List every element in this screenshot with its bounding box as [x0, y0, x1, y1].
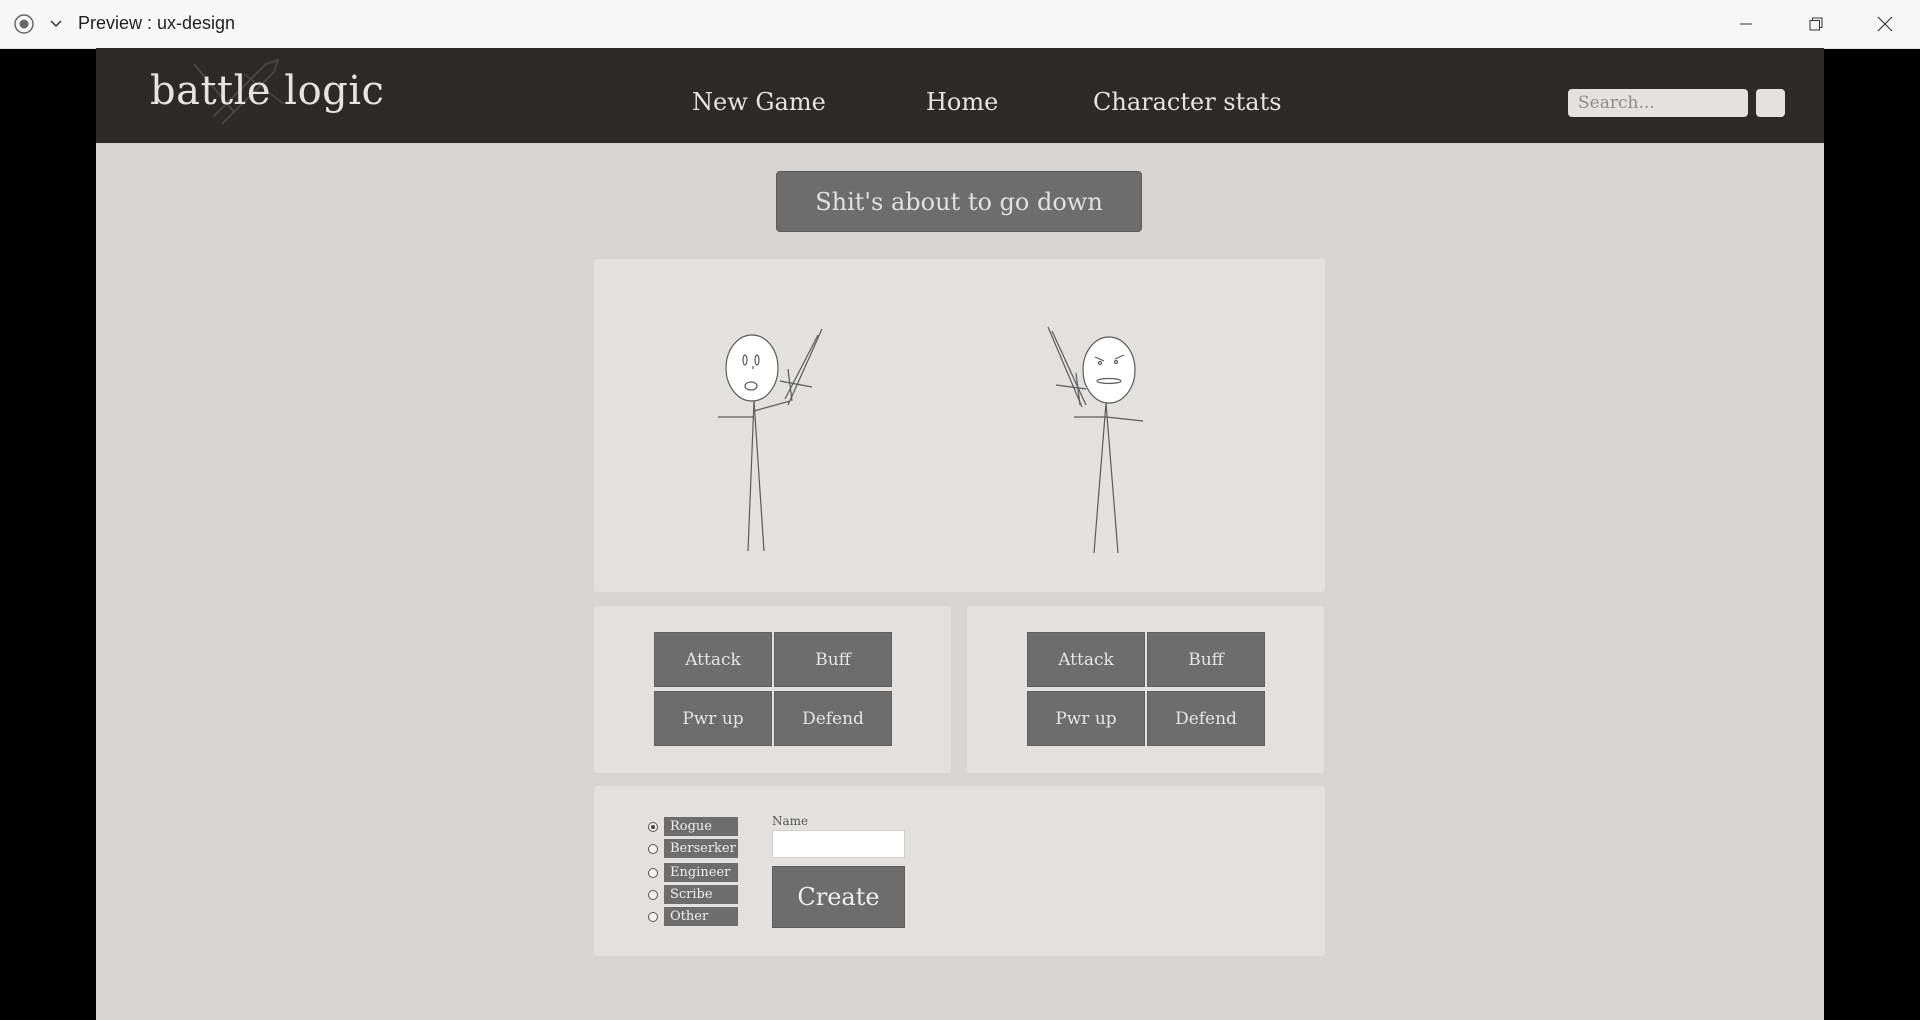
minimize-button[interactable]	[1712, 0, 1780, 48]
create-button[interactable]: Create	[772, 866, 905, 928]
class-label-other: Other	[664, 907, 738, 926]
player2-action-panel: Attack Buff Pwr up Defend	[967, 606, 1324, 773]
class-label-berserker: Berserker	[664, 839, 738, 858]
nav-character-stats[interactable]: Character stats	[1093, 88, 1282, 116]
p2-attack-button[interactable]: Attack	[1027, 632, 1145, 687]
radio-scribe[interactable]	[648, 890, 658, 900]
search-input[interactable]	[1568, 89, 1748, 117]
window-titlebar: Preview : ux-design	[0, 0, 1920, 49]
window-title: Preview : ux-design	[78, 13, 236, 33]
class-label-scribe: Scribe	[664, 885, 738, 904]
close-icon	[1877, 16, 1893, 32]
nav-new-game[interactable]: New Game	[692, 88, 826, 116]
restore-button[interactable]	[1782, 0, 1850, 48]
p1-defend-button[interactable]: Defend	[774, 691, 892, 746]
radio-berserker[interactable]	[648, 844, 658, 854]
battle-banner: Shit's about to go down	[776, 171, 1142, 232]
name-input[interactable]	[772, 830, 905, 858]
chevron-down-icon[interactable]	[48, 16, 64, 32]
page: battle logic New Game Home Character sta…	[96, 48, 1824, 1020]
minimize-icon	[1740, 23, 1752, 25]
left-fighter-figure	[718, 328, 823, 552]
nav-home[interactable]: Home	[926, 88, 998, 116]
name-label: Name	[772, 814, 809, 828]
navbar: battle logic New Game Home Character sta…	[96, 48, 1824, 143]
p1-attack-button[interactable]: Attack	[654, 632, 772, 687]
search-button[interactable]	[1756, 89, 1785, 117]
app-icon	[14, 14, 34, 34]
player1-action-panel: Attack Buff Pwr up Defend	[594, 606, 951, 773]
logo[interactable]: battle logic	[150, 68, 384, 114]
p2-pwr-up-button[interactable]: Pwr up	[1027, 691, 1145, 746]
radio-other[interactable]	[648, 912, 658, 922]
create-character-panel: Rogue Berserker Engineer Scribe Other Na…	[594, 786, 1325, 956]
right-fighter-figure	[1047, 326, 1144, 554]
p2-defend-button[interactable]: Defend	[1147, 691, 1265, 746]
class-label-rogue: Rogue	[664, 817, 738, 836]
p2-buff-button[interactable]: Buff	[1147, 632, 1265, 687]
radio-engineer[interactable]	[648, 868, 658, 878]
radio-rogue[interactable]	[648, 822, 658, 832]
class-label-engineer: Engineer	[664, 863, 738, 882]
restore-icon	[1809, 17, 1823, 31]
p1-buff-button[interactable]: Buff	[774, 632, 892, 687]
banner-text: Shit's about to go down	[815, 187, 1103, 216]
p1-pwr-up-button[interactable]: Pwr up	[654, 691, 772, 746]
close-button[interactable]	[1851, 0, 1919, 48]
battle-arena	[594, 259, 1325, 592]
